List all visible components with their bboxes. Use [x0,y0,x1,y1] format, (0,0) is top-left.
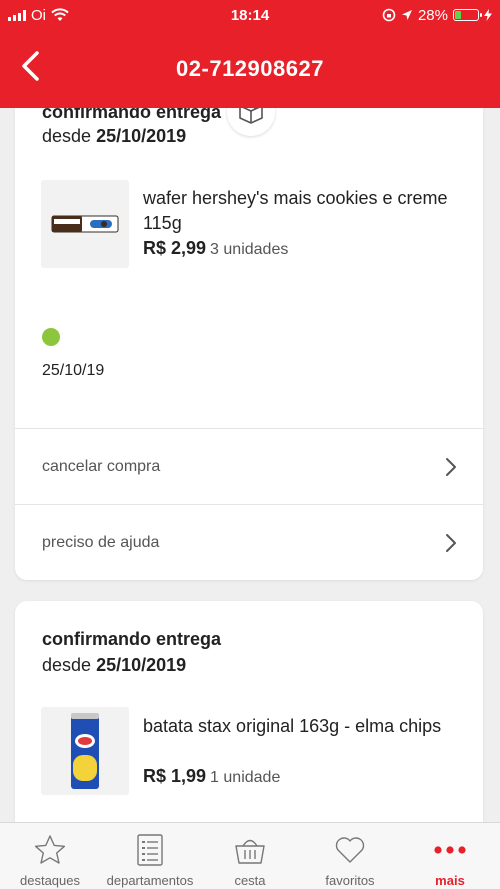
carrier-label: Oi [31,6,46,24]
tab-label: mais [435,873,465,888]
cancel-purchase-button[interactable]: cancelar compra [15,428,483,504]
product-image[interactable] [41,180,129,268]
product-units: 3 unidades [210,241,289,258]
battery-percent: 28% [417,6,448,24]
charging-icon [484,9,492,21]
back-button[interactable] [10,44,50,88]
order-status-since: desde 25/10/2019 [42,655,186,676]
product-name: batata stax original 163g - elma chips [143,716,442,736]
chevron-right-icon [446,457,456,476]
tab-mais[interactable]: mais [400,823,500,889]
tab-label: destaques [20,873,80,888]
status-bar: Oi 18:14 28% [0,0,500,30]
signal-icon [8,9,26,21]
product-price-line: R$ 2,99 3 unidades [143,238,288,259]
product-units: 1 unidade [210,769,281,786]
order-status-title: confirmando entrega [42,629,222,649]
order-status-title: confirmando entrega [42,108,222,122]
product-price: R$ 2,99 [143,238,207,258]
box-icon [239,108,263,124]
product-price-line: R$ 1,99 1 unidade [143,766,280,787]
timeline-status-dot [42,328,60,346]
tab-label: favoritos [325,873,375,888]
need-help-label: preciso de ajuda [42,533,160,551]
order-card: confirmando entrega desde 25/10/2019 bat… [15,601,483,822]
order-number-title: 02-712908627 [176,56,324,81]
chevron-right-icon [446,533,456,552]
cancel-purchase-label: cancelar compra [42,457,161,475]
since-date: 25/10/2019 [96,126,187,146]
basket-icon [235,839,265,864]
since-date: 25/10/2019 [96,655,187,675]
chevron-left-icon [22,51,39,81]
star-icon [34,835,66,864]
tab-cesta[interactable]: cesta [200,823,300,889]
order-status-since: desde 25/10/2019 [42,126,186,147]
wafer-package-image [51,215,119,233]
chips-can-image [71,713,99,789]
wifi-icon [51,8,69,21]
more-icon [434,846,466,854]
location-icon [401,10,412,20]
product-price: R$ 1,99 [143,766,207,786]
heart-icon [335,837,365,863]
list-icon [137,834,163,866]
battery-icon [453,9,482,21]
bottom-tab-bar: destaques departamentos cesta favoritos … [0,822,500,889]
tab-destaques[interactable]: destaques [0,823,100,889]
need-help-button[interactable]: preciso de ajuda [15,504,483,580]
tab-departamentos[interactable]: departamentos [100,823,200,889]
app-header: 02-712908627 [0,30,500,108]
since-prefix: desde [42,126,92,146]
order-card: confirmando entrega desde 25/10/2019 waf… [15,108,483,580]
tab-label: cesta [234,873,266,888]
rotation-lock-icon [382,8,396,22]
since-prefix: desde [42,655,92,675]
timeline-date: 25/10/19 [42,362,105,379]
product-image[interactable] [41,707,129,795]
order-list[interactable]: confirmando entrega desde 25/10/2019 waf… [0,108,500,822]
tab-label: departamentos [106,873,194,888]
tab-favoritos[interactable]: favoritos [300,823,400,889]
product-name: wafer hershey's mais cookies e creme 115… [143,188,448,233]
